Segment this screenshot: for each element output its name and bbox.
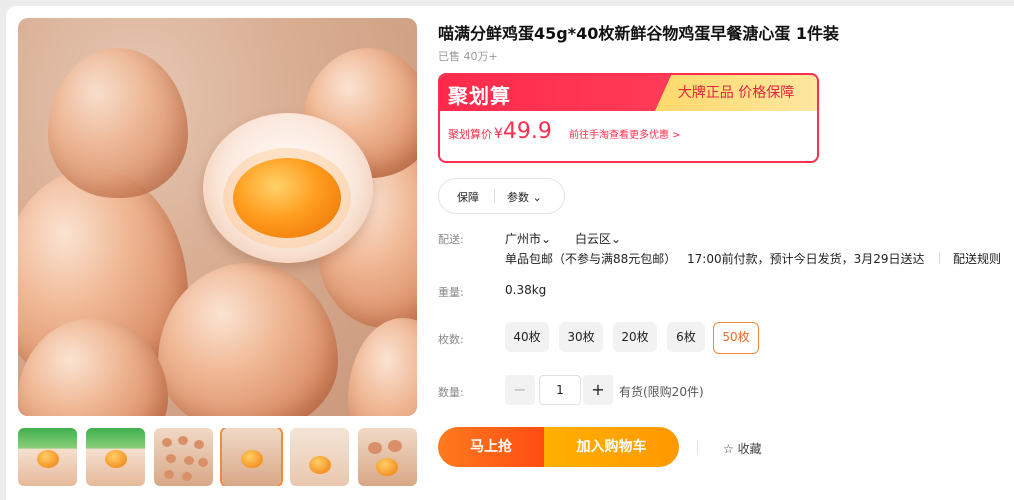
divider (939, 252, 940, 264)
sold-count: 已售 40万+ (438, 50, 498, 63)
promo-box: 聚划算 大牌正品 价格保障 聚划算价 ¥49.9 前往手淘查看更多优惠 > (438, 73, 819, 163)
quantity-decrement-button[interactable]: − (505, 375, 535, 405)
shipping-info: 单品包邮（不参与满88元包邮） (505, 252, 677, 266)
delivery-eta: 17:00前付款，预计今日发货，3月29日送达 (687, 252, 925, 266)
thumbnail-1[interactable] (18, 428, 77, 486)
thumbnail-2[interactable] (86, 428, 145, 486)
weight-value: 0.38kg (505, 283, 547, 297)
weight-label: 重量: (438, 286, 464, 299)
delivery-rules-link[interactable]: 配送规则 (953, 250, 1001, 267)
quantity-input[interactable]: 1 (539, 375, 581, 405)
city-select[interactable]: 广州市⌄ (505, 230, 551, 247)
promo-price-row: 聚划算价 ¥49.9 前往手淘查看更多优惠 > (448, 119, 681, 144)
district-select[interactable]: 白云区⌄ (575, 230, 621, 247)
egg-graphic (48, 48, 188, 198)
promo-brand: 聚划算 (448, 84, 511, 108)
stock-status: 有货(限购20件) (619, 385, 704, 399)
thumbnail-5[interactable] (290, 428, 349, 486)
info-tabs: 保障 参数 ⌄ (438, 178, 565, 214)
buy-now-button[interactable]: 马上抢 (438, 427, 544, 467)
divider (697, 440, 698, 454)
sku-option-6[interactable]: 6枚 (667, 322, 705, 352)
yolk-graphic (233, 158, 341, 238)
product-main-image[interactable] (18, 18, 417, 416)
count-label: 枚数: (438, 333, 464, 346)
product-title: 喵满分鲜鸡蛋45g*40枚新鲜谷物鸡蛋早餐溏心蛋 1件装 (438, 24, 840, 43)
promo-guarantee-tag: 大牌正品 价格保障 (655, 75, 817, 111)
divider (494, 189, 495, 203)
sku-option-30[interactable]: 30枚 (559, 322, 603, 352)
thumbnail-6[interactable] (358, 428, 417, 486)
delivery-label: 配送: (438, 233, 464, 246)
quantity-label: 数量: (438, 386, 464, 399)
tab-params[interactable]: 参数 ⌄ (507, 189, 542, 205)
thumbnail-strip (18, 428, 418, 486)
favorite-button[interactable]: ☆ 收藏 (723, 440, 762, 457)
sku-option-20[interactable]: 20枚 (613, 322, 657, 352)
thumbnail-3[interactable] (154, 428, 213, 486)
thumbnail-4-selected[interactable] (222, 428, 281, 486)
sku-option-40[interactable]: 40枚 (505, 322, 549, 352)
price-label: 聚划算价 (448, 128, 492, 141)
quantity-increment-button[interactable]: + (583, 375, 613, 405)
price-value: 49.9 (502, 119, 552, 144)
tab-guarantee[interactable]: 保障 (457, 189, 479, 205)
add-to-cart-button[interactable]: 加入购物车 (544, 427, 679, 467)
more-offers-link[interactable]: 前往手淘查看更多优惠 > (569, 130, 681, 141)
sku-option-50-selected[interactable]: 50枚 (713, 322, 759, 354)
currency-symbol: ¥ (494, 126, 503, 142)
egg-graphic (348, 318, 417, 416)
